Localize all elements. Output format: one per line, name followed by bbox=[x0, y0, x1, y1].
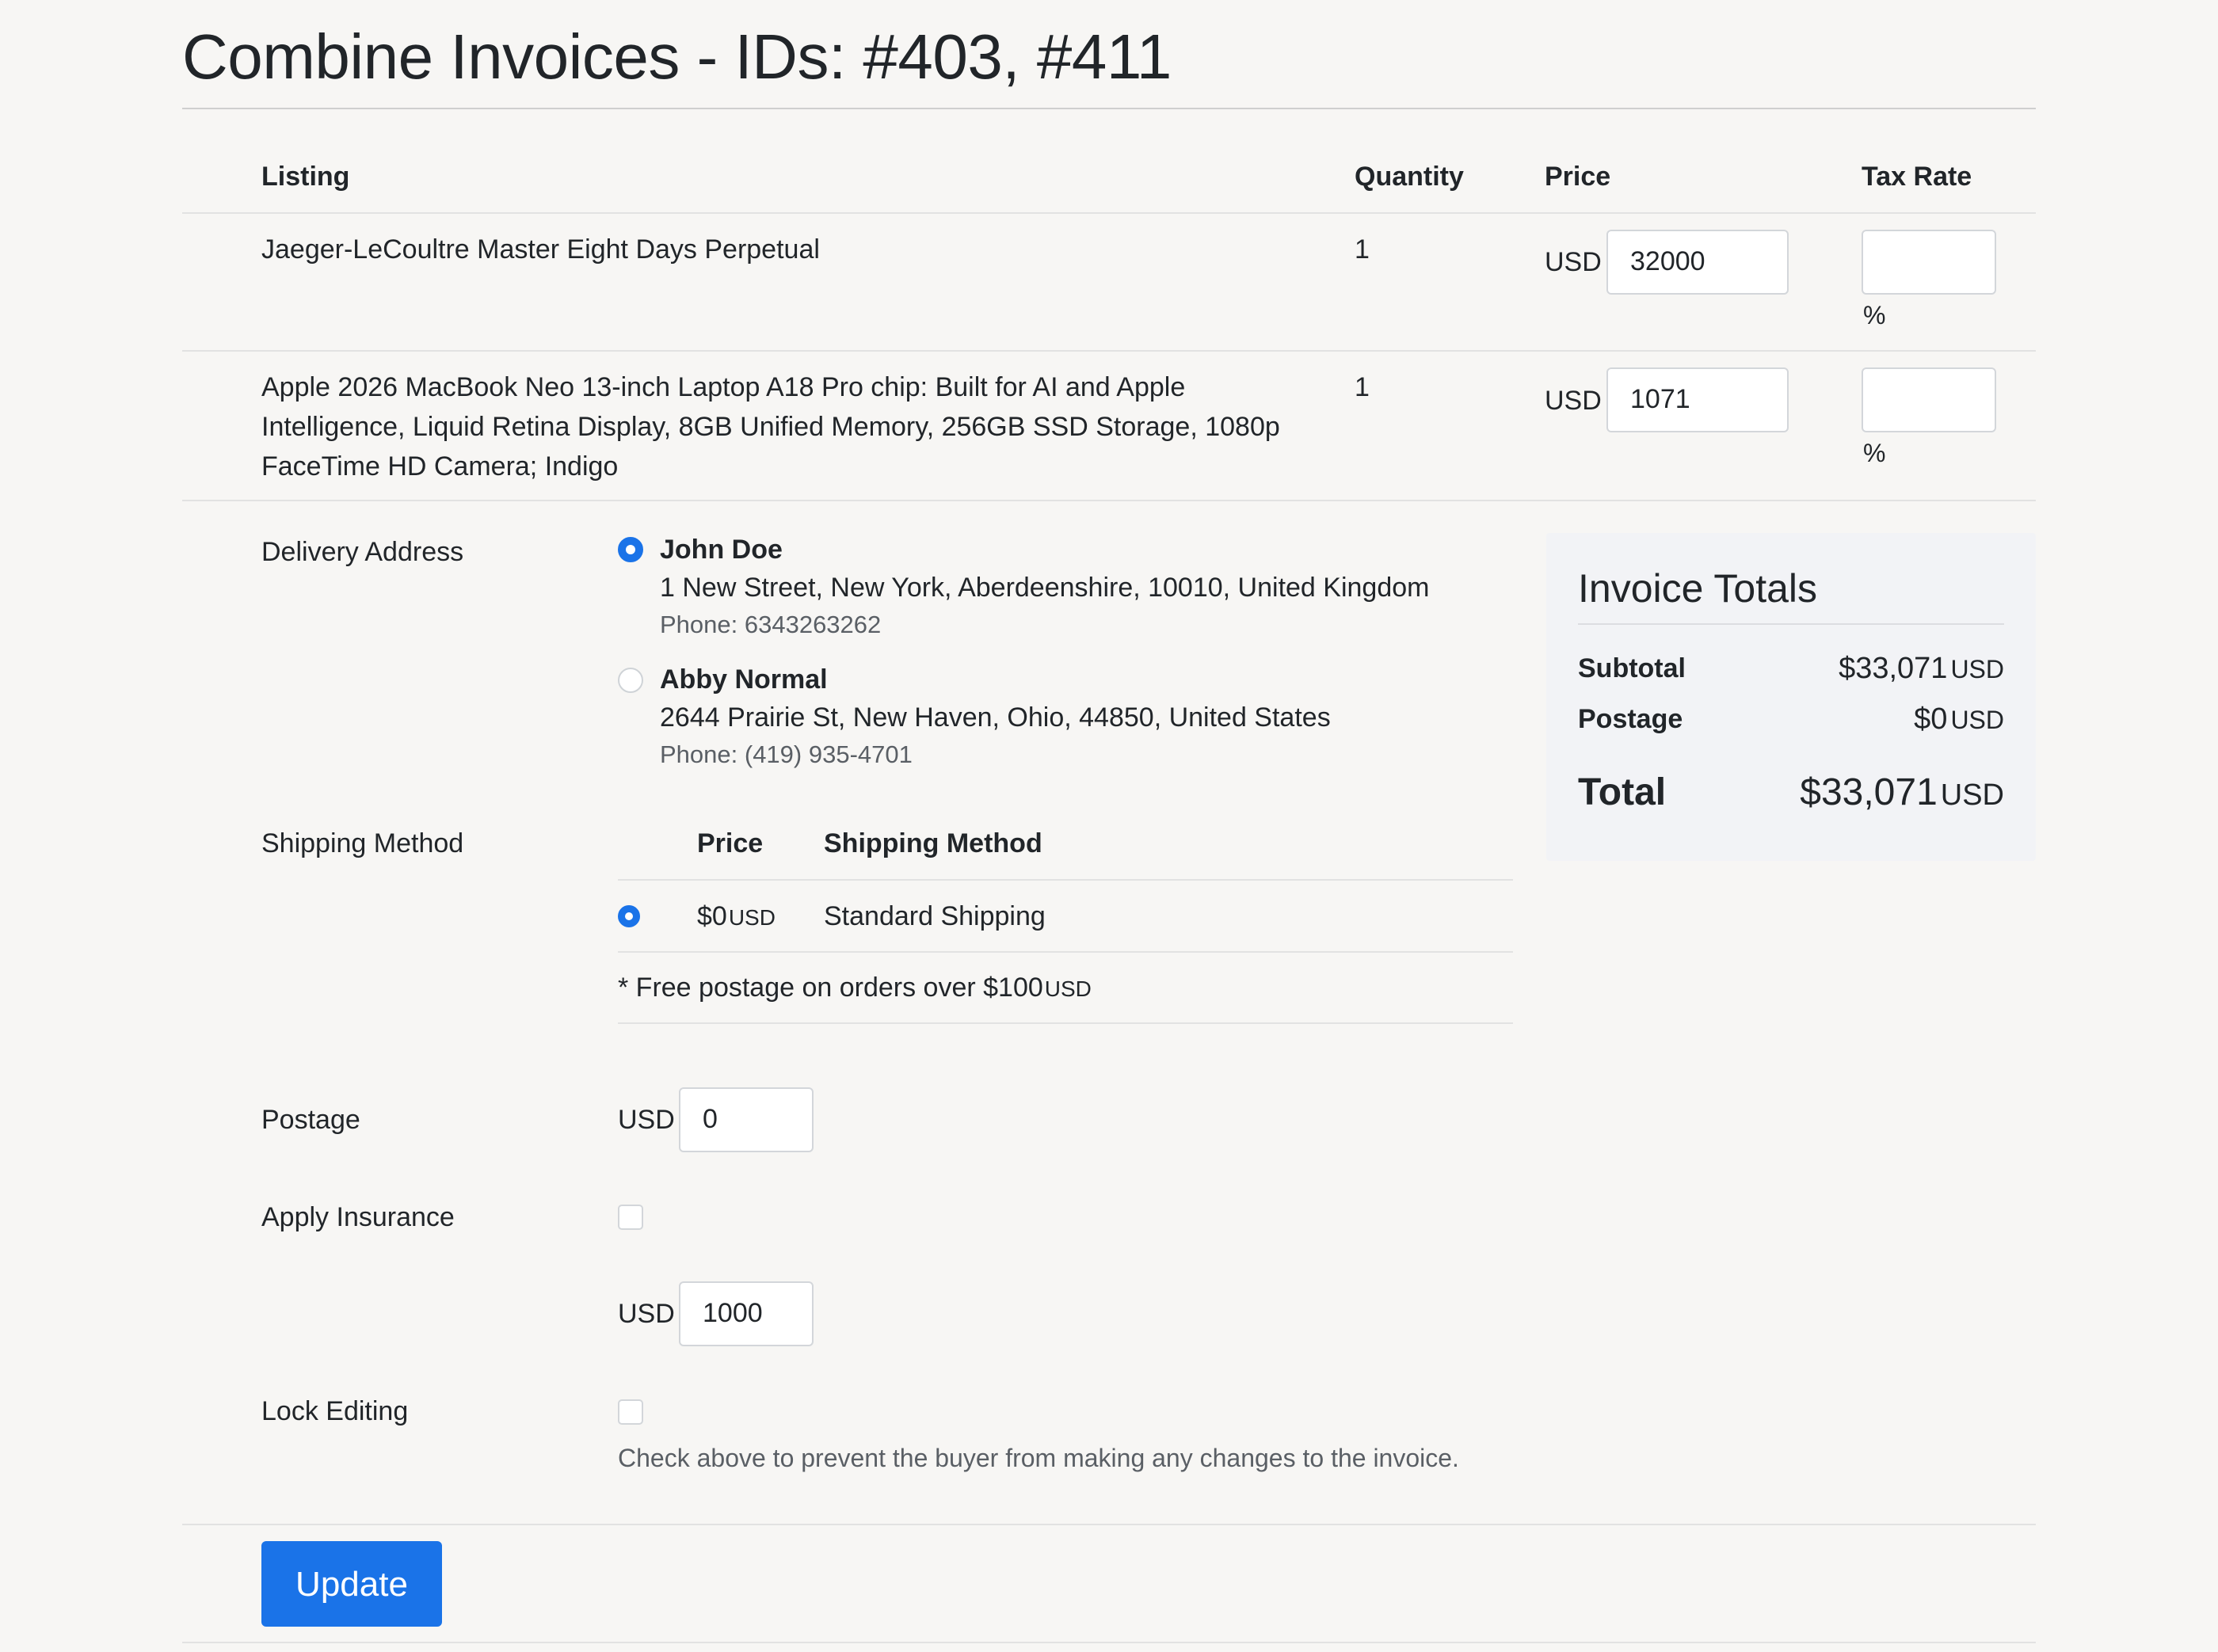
lock-editing-checkbox[interactable] bbox=[618, 1399, 643, 1425]
address-phone: Phone: (419) 935-4701 bbox=[660, 740, 913, 768]
page-title: Combine Invoices - IDs: #403, #411 bbox=[182, 21, 1172, 92]
update-button[interactable]: Update bbox=[261, 1541, 442, 1627]
address-radio-abby-normal[interactable] bbox=[618, 668, 643, 693]
total-label: Total bbox=[1578, 771, 1667, 813]
shipping-radio-standard[interactable] bbox=[618, 905, 640, 927]
postage-currency: USD bbox=[618, 1105, 675, 1135]
postage-label: Postage bbox=[261, 1105, 360, 1135]
subtotal-currency: USD bbox=[1950, 655, 2004, 683]
postage-total-value: $0 USD bbox=[1914, 699, 2004, 740]
form-footer-divider bbox=[182, 1524, 2036, 1525]
subtotal-value: $33,071 USD bbox=[1839, 649, 2004, 689]
row1-price-input[interactable]: 32000 bbox=[1606, 230, 1789, 295]
lock-editing-label: Lock Editing bbox=[261, 1396, 409, 1426]
invoice-totals-panel: Invoice Totals Subtotal $33,071 USD Posta… bbox=[1546, 533, 2036, 861]
delivery-address-label: Delivery Address bbox=[261, 537, 464, 567]
shipping-header-price: Price bbox=[697, 828, 764, 858]
address-line: 1 New Street, New York, Aberdeenshire, 1… bbox=[660, 573, 1430, 603]
apply-insurance-label: Apply Insurance bbox=[261, 1202, 455, 1232]
address-name: John Doe bbox=[660, 535, 783, 565]
row1-quantity: 1 bbox=[1355, 234, 1370, 265]
row-divider bbox=[182, 350, 2036, 352]
shipping-header-divider bbox=[618, 879, 1513, 881]
postage-input[interactable]: 0 bbox=[679, 1087, 814, 1152]
lock-editing-help: Check above to prevent the buyer from ma… bbox=[618, 1444, 1459, 1472]
address-name: Abby Normal bbox=[660, 664, 828, 695]
row1-tax-rate-input[interactable] bbox=[1862, 230, 1996, 295]
row1-listing: Jaeger-LeCoultre Master Eight Days Perpe… bbox=[261, 234, 820, 265]
row2-listing-line1: Apple 2026 MacBook Neo 13-inch Laptop A1… bbox=[261, 372, 1186, 402]
shipping-price-currency: USD bbox=[728, 905, 776, 930]
shipping-note-divider bbox=[618, 1022, 1513, 1024]
insurance-currency: USD bbox=[618, 1299, 675, 1329]
row2-price-input[interactable]: 1071 bbox=[1606, 367, 1789, 432]
address-line: 2644 Prairie St, New Haven, Ohio, 44850,… bbox=[660, 702, 1331, 733]
shipping-row-divider bbox=[618, 951, 1513, 953]
total-value: $33,071 USD bbox=[1800, 767, 2004, 820]
combine-invoices-page: Combine Invoices - IDs: #403, #411 Listi… bbox=[0, 0, 2218, 1652]
header-tax-rate: Tax Rate bbox=[1862, 162, 1972, 192]
row2-quantity: 1 bbox=[1355, 372, 1370, 402]
row1-tax-unit: % bbox=[1863, 301, 1886, 329]
shipping-header-method: Shipping Method bbox=[824, 828, 1042, 858]
total-amount: $33,071 bbox=[1800, 771, 1938, 813]
row2-currency: USD bbox=[1545, 386, 1602, 416]
row2-listing-line2: Intelligence, Liquid Retina Display, 8GB… bbox=[261, 412, 1280, 442]
apply-insurance-checkbox[interactable] bbox=[618, 1205, 643, 1230]
shipping-method-label: Shipping Method bbox=[261, 828, 464, 858]
row2-tax-rate-input[interactable] bbox=[1862, 367, 1996, 432]
row2-listing-line3: FaceTime HD Camera; Indigo bbox=[261, 451, 619, 482]
header-price: Price bbox=[1545, 162, 1611, 192]
postage-total-amount: $0 bbox=[1914, 702, 1948, 736]
invoice-totals-title: Invoice Totals bbox=[1578, 566, 1818, 611]
table-header-divider bbox=[182, 212, 2036, 214]
shipping-price-amount: $0 bbox=[697, 901, 727, 931]
row2-tax-unit: % bbox=[1863, 439, 1886, 467]
free-postage-note: * Free postage on orders over $100USD bbox=[618, 968, 1092, 1009]
postage-total-label: Postage bbox=[1578, 704, 1683, 734]
free-postage-text: * Free postage on orders over $100 bbox=[618, 973, 1043, 1003]
title-divider bbox=[182, 108, 2036, 109]
total-currency: USD bbox=[1940, 778, 2004, 812]
free-postage-currency: USD bbox=[1044, 976, 1092, 1001]
subtotal-label: Subtotal bbox=[1578, 653, 1686, 683]
totals-divider bbox=[1578, 623, 2004, 625]
address-radio-john-doe[interactable] bbox=[618, 537, 643, 562]
row1-currency: USD bbox=[1545, 247, 1602, 277]
header-quantity: Quantity bbox=[1355, 162, 1464, 192]
subtotal-amount: $33,071 bbox=[1839, 652, 1948, 685]
insurance-amount-input[interactable]: 1000 bbox=[679, 1281, 814, 1346]
shipping-option-method: Standard Shipping bbox=[824, 901, 1046, 931]
table-bottom-divider bbox=[182, 500, 2036, 501]
header-listing: Listing bbox=[261, 162, 350, 192]
shipping-option-price: $0USD bbox=[697, 896, 776, 938]
address-phone: Phone: 6343263262 bbox=[660, 611, 882, 638]
postage-total-currency: USD bbox=[1950, 706, 2004, 734]
page-bottom-divider bbox=[182, 1642, 2036, 1643]
